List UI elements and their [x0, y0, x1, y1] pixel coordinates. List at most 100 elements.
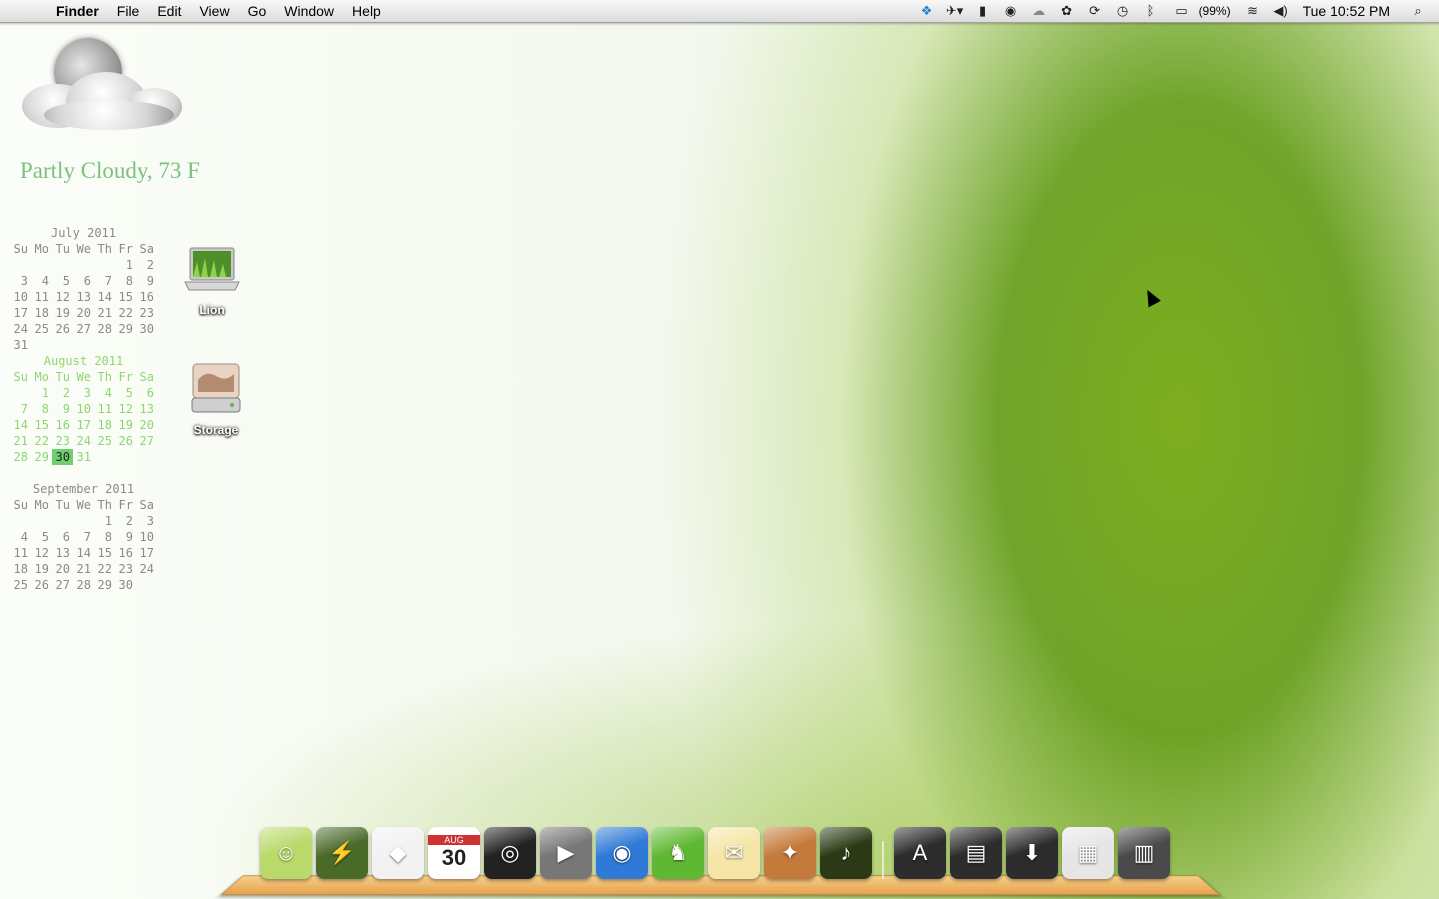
calendar-day [52, 513, 73, 529]
calendar-day: 24 [76, 434, 91, 448]
calendar-day: 22 [118, 306, 133, 320]
menu-clock[interactable]: Tue 10:52 PM [1303, 3, 1390, 19]
menu-help[interactable]: Help [343, 0, 390, 22]
dock: ☺ ⚡ ◆ AUG 30 ◎ ▶ ◉ ♞ ✉ ✦ ♪ A ▤ ⬇ ▦ ▥ [220, 823, 1221, 899]
calendar-day: 8 [41, 402, 49, 416]
dock-item-trash[interactable]: ▥ [1118, 827, 1170, 879]
dock-item-ipod[interactable]: ◎ [484, 827, 536, 879]
dock-item-mail[interactable]: ✉ [708, 827, 760, 879]
calendar-day: 28 [76, 578, 91, 592]
dock-item-box[interactable]: ◆ [372, 827, 424, 879]
calendar-day [94, 449, 115, 465]
bluetooth-icon[interactable]: ᛒ [1142, 3, 1160, 19]
calendar-day: 1 [104, 514, 112, 528]
calendar-week-row: 24 25 26 27 28 29 30 [10, 321, 157, 337]
calendar-badge-month: AUG [428, 835, 480, 845]
dock-item-applications[interactable]: A [894, 827, 946, 879]
weather-widget: Partly Cloudy, 73 F [16, 34, 200, 183]
calendar-day: 10 [13, 290, 28, 304]
menu-go[interactable]: Go [239, 0, 276, 22]
time-machine-icon[interactable]: ◷ [1114, 3, 1132, 19]
calendar-day [10, 257, 31, 273]
apple-logo-icon[interactable] [18, 2, 36, 20]
calendar-day: 13 [139, 402, 154, 416]
calendar-day [31, 257, 52, 273]
dock-item-web-browser[interactable]: ▦ [1062, 827, 1114, 879]
calendar-day: 5 [62, 274, 70, 288]
readability-icon[interactable]: ▮ [974, 3, 992, 19]
calendar-day: 6 [146, 386, 154, 400]
partly-cloudy-icon [16, 34, 186, 134]
dock-item-downloads[interactable]: ⬇ [1006, 827, 1058, 879]
calendar-day: 27 [76, 322, 91, 336]
calendar-day [136, 449, 157, 465]
dock-item-music-cube[interactable]: ♪ [820, 827, 872, 879]
sync-icon[interactable]: ⟳ [1086, 3, 1104, 19]
growl-icon[interactable]: ✈▾ [946, 3, 964, 19]
calendar-week-row: 14 15 16 17 18 19 20 [10, 417, 157, 433]
calendar-weekday: Sa [139, 242, 154, 256]
battery-percentage[interactable]: (99%) [1199, 4, 1231, 18]
calendar-day: 3 [83, 386, 91, 400]
calendar-day: 30 [118, 578, 133, 592]
ipod-icon: ◎ [500, 840, 520, 865]
dock-item-ical[interactable]: AUG 30 [428, 827, 480, 879]
calendar-weekday: Mo [34, 370, 49, 384]
calendar-week-row: 4 5 6 7 8 9 10 [10, 529, 157, 545]
calendar-week-row: 28 29 30 31 [10, 449, 157, 465]
menu-window[interactable]: Window [275, 0, 343, 22]
weather-cloud-icon[interactable]: ☁ [1030, 3, 1048, 19]
paw-icon[interactable]: ✿ [1058, 3, 1076, 19]
menu-finder[interactable]: Finder [54, 0, 108, 22]
calendar-day: 27 [55, 578, 70, 592]
menu-edit[interactable]: Edit [148, 0, 190, 22]
dropbox-icon[interactable]: ❖ [918, 3, 936, 19]
dock-item-firefox[interactable]: ◉ [596, 827, 648, 879]
calendar-day [10, 385, 31, 401]
calendar-day: 3 [146, 514, 154, 528]
calendar-week-row: 21 22 23 24 25 26 27 [10, 433, 157, 449]
calendar-september: September 2011 Su Mo Tu We Th Fr Sa 1 2 3 4 5 6 7 8 9 10 1… [10, 481, 157, 593]
evernote-elephant-icon: ♞ [668, 840, 688, 865]
calendar-weekday: Tu [55, 242, 70, 256]
downloads-folder-icon: ⬇ [1022, 840, 1042, 865]
dock-item-quicktime[interactable]: ▶ [540, 827, 592, 879]
calendar-day: 23 [139, 306, 154, 320]
dock-item-documents[interactable]: ▤ [950, 827, 1002, 879]
volume-icon[interactable]: ◀) [1272, 3, 1290, 19]
calendar-august: August 2011 Su Mo Tu We Th Fr Sa 1 2 3 4 5 6 7 8 9 10 11 12… [10, 353, 157, 465]
green-monitor-icon: ⚡ [328, 840, 356, 865]
calendar-day: 2 [146, 258, 154, 272]
calendar-day: 19 [55, 306, 70, 320]
calendar-day: 8 [104, 530, 112, 544]
desktop-icon-storage[interactable]: Storage [176, 362, 256, 439]
menu-view[interactable]: View [190, 0, 238, 22]
dock-item-activity[interactable]: ⚡ [316, 827, 368, 879]
calendar-weekday: Fr [118, 498, 133, 512]
dock-item-finder[interactable]: ☺ [260, 827, 312, 879]
desktop-icon-lion[interactable]: Lion [172, 246, 252, 319]
dock-item-evernote[interactable]: ♞ [652, 827, 704, 879]
alfred-icon[interactable]: ◉ [1002, 3, 1020, 19]
calendar-day: 26 [55, 322, 70, 336]
calendar-day: 25 [34, 322, 49, 336]
applications-folder-icon: A [912, 840, 928, 865]
play-button-icon: ▶ [557, 840, 575, 865]
calendar-day: 26 [34, 578, 49, 592]
calendar-day: 23 [55, 434, 70, 448]
calendar-day: 26 [118, 434, 133, 448]
calendar-day: 6 [62, 530, 70, 544]
calendar-week-row: 7 8 9 10 11 12 13 [10, 401, 157, 417]
calendar-day: 9 [62, 402, 70, 416]
calendar-weekday: We [76, 498, 91, 512]
calendar-day: 31 [76, 450, 91, 464]
calendar-week-row: 3456789 [10, 273, 157, 289]
menu-file[interactable]: File [108, 0, 149, 22]
battery-icon[interactable]: ▭ [1170, 3, 1194, 19]
wifi-icon[interactable]: ≋ [1244, 3, 1262, 19]
calendar-day [31, 337, 52, 353]
dock-item-stamp[interactable]: ✦ [764, 827, 816, 879]
spotlight-search-icon[interactable]: ⌕ [1409, 3, 1427, 19]
calendar-day [73, 257, 94, 273]
calendar-today: 30 [52, 449, 73, 465]
